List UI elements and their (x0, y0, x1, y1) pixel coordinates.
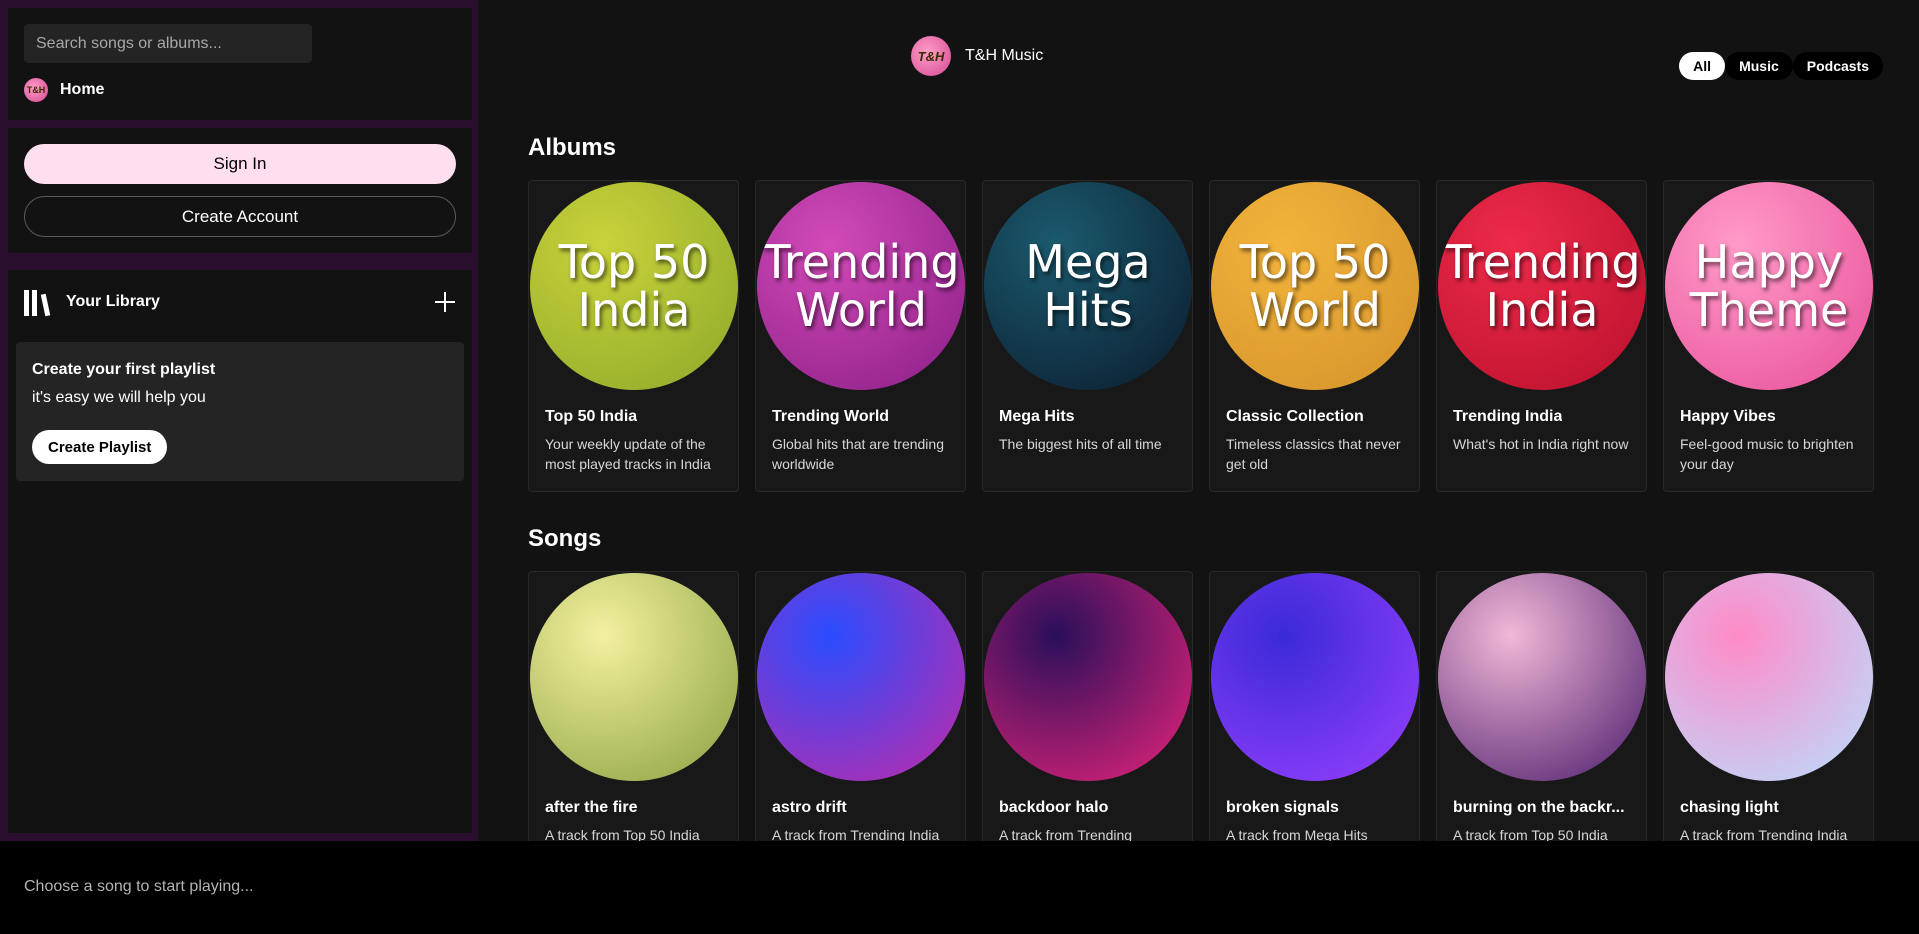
playlist-card-subtitle: it's easy we will help you (32, 389, 206, 406)
song-cover-image (1665, 573, 1873, 781)
add-icon[interactable] (434, 291, 456, 313)
album-title: Trending World (772, 408, 890, 425)
song-description: A track from Top 50 India (545, 827, 700, 841)
filter-chips: All Music Podcasts (1679, 52, 1883, 80)
song-card[interactable]: after the fire A track from Top 50 India (528, 571, 739, 841)
brand-logo: T&H (911, 36, 951, 76)
album-title: Classic Collection (1226, 408, 1364, 425)
album-description: Timeless classics that never get old (1226, 436, 1401, 472)
song-title: burning on the backr... (1453, 799, 1625, 816)
song-title: backdoor halo (999, 799, 1109, 816)
playlist-card-title: Create your first playlist (32, 361, 216, 378)
song-cover-image (1211, 573, 1419, 781)
song-card[interactable]: chasing light A track from Trending India (1663, 571, 1874, 841)
album-cover-image: Trending World (757, 182, 965, 390)
song-title: broken signals (1226, 799, 1339, 816)
albums-heading: Albums (528, 134, 617, 161)
create-playlist-card: Create your first playlist it's easy we … (16, 342, 464, 481)
main-content: T&H T&H Music All Music Podcasts Albums … (478, 0, 1919, 841)
library-panel: Your Library Create your first playlist … (8, 270, 472, 833)
album-description: The biggest hits of all time (999, 436, 1162, 452)
brand-name: T&H Music (965, 47, 1044, 64)
album-card[interactable]: Top 50 World Classic Collection Timeless c… (1209, 180, 1420, 492)
song-cover-image (757, 573, 965, 781)
album-card[interactable]: Mega Hits Mega Hits The biggest hits of al… (982, 180, 1193, 492)
song-cover-image (984, 573, 1192, 781)
create-playlist-button[interactable]: Create Playlist (32, 430, 168, 464)
filter-music[interactable]: Music (1725, 52, 1793, 80)
album-title: Mega Hits (999, 408, 1075, 425)
filter-all[interactable]: All (1679, 52, 1726, 80)
album-title: Trending India (1453, 408, 1563, 425)
song-title: astro drift (772, 799, 847, 816)
album-cover-image: Trending India (1438, 182, 1646, 390)
album-cover-image: Mega Hits (984, 182, 1192, 390)
search-input[interactable] (24, 24, 312, 63)
create-account-button[interactable]: Create Account (24, 196, 456, 237)
album-card[interactable]: Happy Theme Happy Vibes Feel-good music to… (1663, 180, 1874, 492)
cover-text: Top 50 World (1239, 235, 1391, 337)
songs-row: after the fire A track from Top 50 India a… (528, 571, 1874, 841)
cover-text: Top 50 India (558, 235, 710, 337)
album-cover-image: Happy Theme (1665, 182, 1873, 390)
song-card[interactable]: backdoor halo A track from Trending (982, 571, 1193, 841)
album-description: Feel-good music to brighten your day (1680, 436, 1854, 472)
song-card[interactable]: burning on the backr... A track from Top … (1436, 571, 1647, 841)
album-cover-image: Top 50 World (1211, 182, 1419, 390)
sidebar-item-home[interactable]: T&H Home (24, 78, 104, 102)
song-cover-image (530, 573, 738, 781)
player-status: Choose a song to start playing... (24, 878, 254, 895)
home-label: Home (60, 81, 105, 98)
album-card[interactable]: Trending World Trending World Global hits … (755, 180, 966, 492)
cover-text: Trending India (1443, 235, 1641, 337)
song-description: A track from Mega Hits (1226, 827, 1368, 841)
song-description: A track from Top 50 India (1453, 827, 1608, 841)
library-title: Your Library (66, 293, 160, 310)
song-cover-image (1438, 573, 1646, 781)
sidebar: T&H Home Sign In Create Account Your Lib… (0, 0, 478, 841)
cover-text: Mega Hits (1025, 235, 1151, 337)
filter-podcasts[interactable]: Podcasts (1792, 52, 1883, 80)
song-description: A track from Trending India (772, 827, 940, 841)
player-bar: Choose a song to start playing... (0, 841, 1919, 934)
sign-in-button[interactable]: Sign In (24, 144, 456, 184)
brand: T&H T&H Music (911, 36, 1043, 76)
album-title: Happy Vibes (1680, 408, 1776, 425)
songs-heading: Songs (528, 525, 602, 552)
album-description: Your weekly update of the most played tr… (545, 436, 711, 472)
cover-text: Trending World (762, 235, 960, 337)
album-cover-image: Top 50 India (530, 182, 738, 390)
song-description: A track from Trending India (1680, 827, 1848, 841)
app-logo: T&H (24, 78, 48, 102)
song-title: after the fire (545, 799, 638, 816)
album-description: Global hits that are trending worldwide (772, 436, 944, 472)
song-title: chasing light (1680, 799, 1779, 816)
album-card[interactable]: Trending India Trending India What's hot i… (1436, 180, 1647, 492)
auth-panel: Sign In Create Account (8, 128, 472, 253)
album-card[interactable]: Top 50 India Top 50 India Your weekly upda… (528, 180, 739, 492)
sidebar-top-panel: T&H Home (8, 8, 472, 120)
album-description: What's hot in India right now (1453, 436, 1629, 452)
song-description: A track from Trending (999, 827, 1133, 841)
albums-row: Top 50 India Top 50 India Your weekly upda… (528, 180, 1874, 492)
album-title: Top 50 India (545, 408, 638, 425)
library-icon[interactable] (24, 288, 52, 317)
song-card[interactable]: broken signals A track from Mega Hits (1209, 571, 1420, 841)
library-header: Your Library (24, 286, 456, 318)
song-card[interactable]: astro drift A track from Trending India (755, 571, 966, 841)
cover-text: Happy Theme (1689, 235, 1849, 337)
